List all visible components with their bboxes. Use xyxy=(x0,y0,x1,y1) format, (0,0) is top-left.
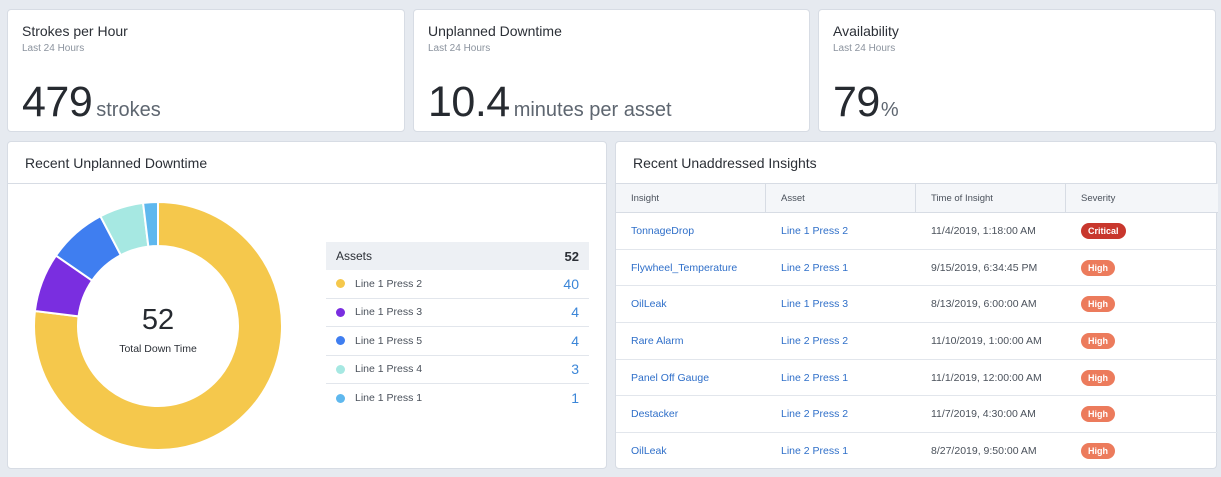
insight-link[interactable]: OilLeak xyxy=(631,298,667,310)
donut-center-value: 52 xyxy=(141,304,175,336)
insight-link[interactable]: Rare Alarm xyxy=(631,335,684,347)
kpi-unit: minutes per asset xyxy=(513,99,672,121)
severity-badge: High xyxy=(1081,259,1115,276)
kpi-subtitle: Last 24 Hours xyxy=(428,43,491,54)
table-row: OilLeak Line 2 Press 1 8/27/2019, 9:50:00 … xyxy=(616,433,1218,470)
asset-link[interactable]: Line 2 Press 1 xyxy=(781,372,848,384)
table-row: TonnageDrop Line 1 Press 2 11/4/2019, 1:18… xyxy=(616,213,1218,250)
insight-time: 8/27/2019, 9:50:00 AM xyxy=(931,445,1037,458)
legend-item-value[interactable]: 4 xyxy=(571,304,579,320)
legend-color-dot xyxy=(336,279,345,289)
kpi-number: 10.4 xyxy=(428,78,510,126)
kpi-title: Availability xyxy=(833,23,899,39)
kpi-number: 79 xyxy=(833,78,880,126)
asset-link[interactable]: Line 2 Press 1 xyxy=(781,262,848,274)
asset-legend: Assets 52 Line 1 Press 2 40 Line 1 Press 3… xyxy=(326,242,589,413)
insight-time: 11/7/2019, 4:30:00 AM xyxy=(931,408,1036,421)
insight-time: 11/10/2019, 1:00:00 AM xyxy=(931,334,1042,347)
column-header-time[interactable]: Time of Insight xyxy=(916,184,1066,212)
legend-item-name: Line 1 Press 2 xyxy=(355,277,423,290)
table-header: Insight Asset Time of Insight Severity xyxy=(616,184,1218,213)
legend-item-value[interactable]: 4 xyxy=(571,333,579,349)
insight-link[interactable]: Flywheel_Temperature xyxy=(631,262,737,274)
donut-center-label: Total Down Time xyxy=(119,343,197,355)
insight-link[interactable]: Panel Off Gauge xyxy=(631,372,709,384)
severity-badge: High xyxy=(1081,332,1115,349)
insight-time: 11/1/2019, 12:00:00 AM xyxy=(931,371,1042,384)
panel-title: Recent Unaddressed Insights xyxy=(633,155,817,171)
legend-item[interactable]: Line 1 Press 2 40 xyxy=(326,270,589,299)
downtime-panel: Recent Unplanned Downtime 52 Total Down … xyxy=(7,141,607,469)
kpi-card-availability: Availability Last 24 Hours 79% xyxy=(818,9,1216,132)
column-header-asset[interactable]: Asset xyxy=(766,184,916,212)
insight-link[interactable]: TonnageDrop xyxy=(631,225,694,237)
legend-item-value[interactable]: 3 xyxy=(571,361,579,377)
kpi-value: 10.4 minutes per asset xyxy=(428,78,672,127)
severity-badge: High xyxy=(1081,443,1115,460)
table-row: Panel Off Gauge Line 2 Press 1 11/1/2019, … xyxy=(616,360,1218,397)
kpi-card-strokes: Strokes per Hour Last 24 Hours 479 stroke… xyxy=(7,9,405,132)
insight-link[interactable]: Destacker xyxy=(631,408,678,420)
kpi-unit: % xyxy=(880,99,899,121)
legend-header: Assets 52 xyxy=(326,242,589,270)
legend-header-label: Assets xyxy=(336,249,373,263)
legend-color-dot xyxy=(336,393,345,403)
asset-link[interactable]: Line 1 Press 3 xyxy=(781,298,848,310)
severity-badge: High xyxy=(1081,296,1115,313)
panel-divider xyxy=(8,183,606,184)
insight-link[interactable]: OilLeak xyxy=(631,445,667,457)
insights-table: Insight Asset Time of Insight Severity T… xyxy=(616,184,1218,470)
legend-color-dot xyxy=(336,336,345,346)
legend-item[interactable]: Line 1 Press 3 4 xyxy=(326,299,589,327)
column-header-severity[interactable]: Severity xyxy=(1066,184,1218,212)
table-row: OilLeak Line 1 Press 3 8/13/2019, 6:00:00 … xyxy=(616,286,1218,324)
insights-panel: Recent Unaddressed Insights Insight Asse… xyxy=(615,141,1218,470)
legend-item-name: Line 1 Press 1 xyxy=(355,392,423,405)
legend-color-dot xyxy=(336,364,345,374)
legend-item-name: Line 1 Press 4 xyxy=(355,363,423,376)
column-header-insight[interactable]: Insight xyxy=(616,184,766,212)
asset-link[interactable]: Line 1 Press 2 xyxy=(781,225,848,237)
kpi-card-downtime: Unplanned Downtime Last 24 Hours 10.4 min… xyxy=(413,9,810,132)
kpi-title: Strokes per Hour xyxy=(22,23,128,39)
table-row: Rare Alarm Line 2 Press 2 11/10/2019, 1:00… xyxy=(616,323,1218,360)
legend-item-name: Line 1 Press 5 xyxy=(355,334,423,347)
legend-total: 52 xyxy=(564,248,579,264)
legend-item[interactable]: Line 1 Press 4 3 xyxy=(326,356,589,384)
legend-item[interactable]: Line 1 Press 5 4 xyxy=(326,327,589,356)
kpi-title: Unplanned Downtime xyxy=(428,23,562,39)
legend-item-name: Line 1 Press 3 xyxy=(355,306,423,319)
insight-time: 11/4/2019, 1:18:00 AM xyxy=(931,224,1036,237)
asset-link[interactable]: Line 2 Press 2 xyxy=(781,408,848,420)
panel-title: Recent Unplanned Downtime xyxy=(25,155,208,171)
table-row: Flywheel_Temperature Line 2 Press 1 9/15/2… xyxy=(616,250,1218,287)
legend-item-value[interactable]: 40 xyxy=(563,276,579,292)
insight-time: 9/15/2019, 6:34:45 PM xyxy=(931,261,1038,274)
severity-badge: High xyxy=(1081,369,1115,386)
kpi-subtitle: Last 24 Hours xyxy=(22,43,85,54)
kpi-number: 479 xyxy=(22,78,93,126)
kpi-unit: strokes xyxy=(96,99,161,121)
severity-badge: High xyxy=(1081,406,1115,423)
asset-link[interactable]: Line 2 Press 2 xyxy=(781,335,848,347)
legend-item[interactable]: Line 1 Press 1 1 xyxy=(326,384,589,413)
kpi-subtitle: Last 24 Hours xyxy=(833,43,896,54)
legend-item-value[interactable]: 1 xyxy=(571,390,579,406)
severity-badge: Critical xyxy=(1081,222,1126,239)
kpi-value: 79% xyxy=(833,78,899,127)
kpi-value: 479 strokes xyxy=(22,78,161,127)
table-row: Destacker Line 2 Press 2 11/7/2019, 4:30:0… xyxy=(616,396,1218,434)
insight-time: 8/13/2019, 6:00:00 AM xyxy=(931,298,1037,311)
asset-link[interactable]: Line 2 Press 1 xyxy=(781,445,848,457)
legend-color-dot xyxy=(336,307,345,317)
